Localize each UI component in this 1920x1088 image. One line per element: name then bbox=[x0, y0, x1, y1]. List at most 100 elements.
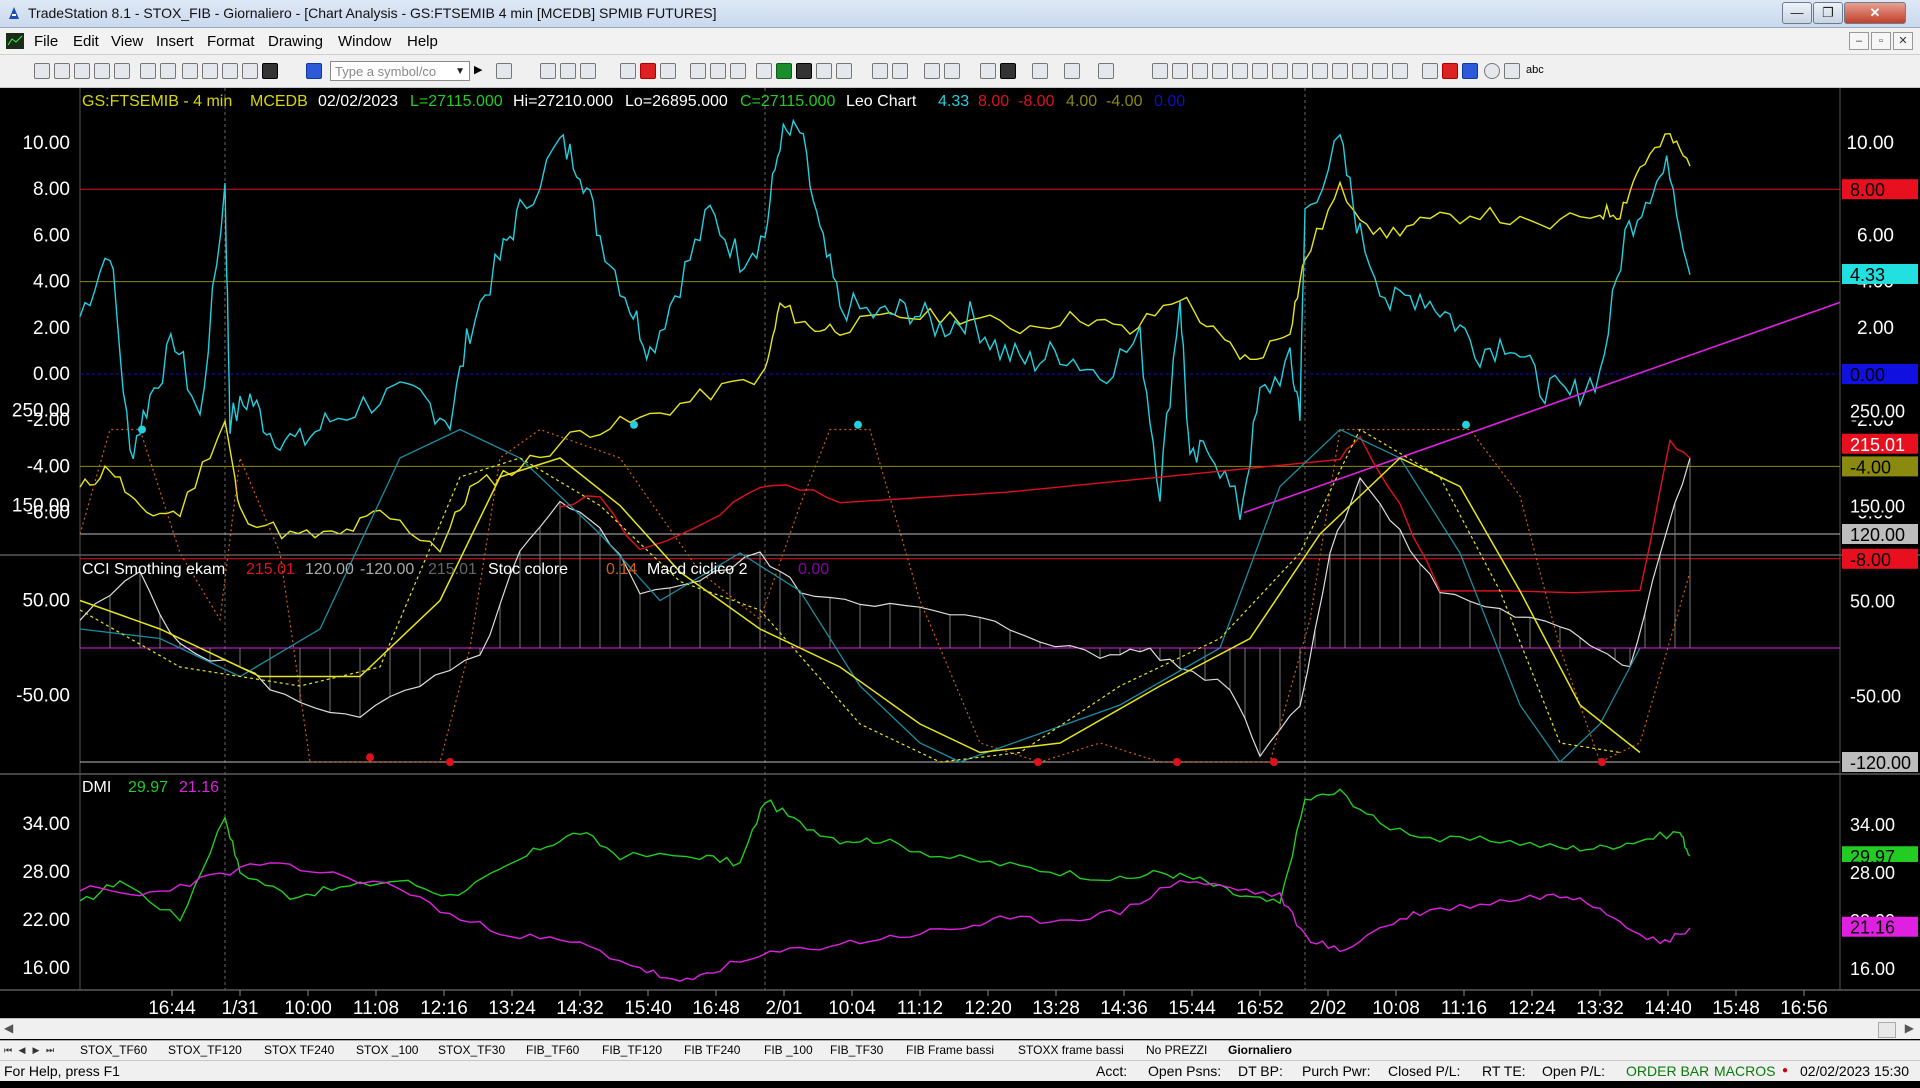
scissors-icon[interactable] bbox=[182, 63, 198, 79]
gann-icon[interactable] bbox=[1272, 63, 1288, 79]
tab-next-icon[interactable]: ▶ bbox=[30, 1043, 42, 1057]
parallel-lines-icon[interactable] bbox=[1332, 63, 1348, 79]
tab-fib-tf30[interactable]: FIB_TF30 bbox=[826, 1042, 887, 1059]
indicator-icon[interactable] bbox=[730, 63, 746, 79]
chart-area[interactable]: 10.00 10.00 8.00 8.00 6.00 6.00 4.00 4.00 2.00 2.… bbox=[0, 88, 1920, 1088]
horizontal-lines-icon[interactable] bbox=[1192, 63, 1208, 79]
mdi-minimize-button[interactable]: – bbox=[1849, 32, 1869, 50]
folder-icon[interactable] bbox=[74, 63, 90, 79]
curve-icon[interactable] bbox=[1422, 63, 1438, 79]
lock-icon[interactable] bbox=[222, 63, 238, 79]
radar-screen-icon[interactable] bbox=[560, 63, 576, 79]
arrow-down-icon[interactable] bbox=[1442, 63, 1458, 79]
tab-fib-tf240[interactable]: FIB TF240 bbox=[680, 1042, 744, 1059]
drag-icon[interactable] bbox=[1000, 63, 1016, 79]
tab-fib-tf60[interactable]: FIB_TF60 bbox=[522, 1042, 583, 1059]
scroll-thumb[interactable] bbox=[1878, 1022, 1896, 1038]
paste-icon[interactable] bbox=[202, 63, 218, 79]
order-bar-icon[interactable] bbox=[756, 63, 772, 79]
new-icon[interactable] bbox=[34, 63, 50, 79]
tab-giornaliero[interactable]: Giornaliero bbox=[1224, 1042, 1296, 1059]
bar-spacing-decrease-icon[interactable] bbox=[892, 63, 908, 79]
tab-last-icon[interactable]: ⏭ bbox=[44, 1043, 56, 1057]
line-chart-icon[interactable] bbox=[836, 63, 852, 79]
tab-stox-tf120[interactable]: STOX_TF120 bbox=[164, 1042, 246, 1059]
vertical-lines-icon[interactable] bbox=[1172, 63, 1188, 79]
macros-link[interactable]: MACROS bbox=[1714, 1063, 1775, 1079]
tab-fib-tf120[interactable]: FIB_TF120 bbox=[598, 1042, 666, 1059]
zoom-in-icon[interactable] bbox=[924, 63, 940, 79]
trendline-icon[interactable] bbox=[1152, 63, 1168, 79]
menu-drawing[interactable]: Drawing bbox=[268, 33, 323, 50]
strategy-icon[interactable] bbox=[690, 63, 706, 79]
fib-retracement-icon[interactable] bbox=[1292, 63, 1308, 79]
rectangle-icon[interactable] bbox=[1504, 63, 1520, 79]
order-bar-link[interactable]: ORDER BAR bbox=[1626, 1063, 1709, 1079]
arrow-up-icon[interactable] bbox=[1462, 63, 1478, 79]
tab-stox-100[interactable]: STOX _100 bbox=[352, 1042, 422, 1059]
open-icon[interactable] bbox=[54, 63, 70, 79]
print-icon[interactable] bbox=[160, 63, 176, 79]
tab-fib-100[interactable]: FIB _100 bbox=[760, 1042, 817, 1059]
text-tool-icon[interactable]: abc bbox=[1526, 64, 1544, 76]
tab-no-prezzi[interactable]: No PREZZI bbox=[1142, 1042, 1211, 1059]
scroll-left-icon[interactable]: ◀ bbox=[4, 1021, 13, 1035]
fibonacci-fan-icon[interactable] bbox=[1232, 63, 1248, 79]
chart-green-icon[interactable] bbox=[776, 63, 792, 79]
options-icon[interactable] bbox=[710, 63, 726, 79]
matrix-icon[interactable] bbox=[580, 63, 596, 79]
chevron-down-icon[interactable]: ▼ bbox=[455, 62, 465, 82]
tab-stox-tf240[interactable]: STOX TF240 bbox=[260, 1042, 338, 1059]
price-chart[interactable]: 10.00 10.00 8.00 8.00 6.00 6.00 4.00 4.00 2.00 2.… bbox=[0, 88, 1920, 1018]
arrow-horizontal-icon[interactable] bbox=[1312, 63, 1328, 79]
chart-window-icon[interactable] bbox=[6, 33, 24, 49]
menu-format[interactable]: Format bbox=[207, 33, 255, 50]
horizontal-scrollbar[interactable]: ◀ ▶ bbox=[0, 1018, 1920, 1039]
menu-edit[interactable]: Edit bbox=[73, 33, 99, 50]
mdi-close-button[interactable]: ✕ bbox=[1893, 32, 1913, 50]
save-icon[interactable] bbox=[140, 63, 156, 79]
channel-icon[interactable] bbox=[1212, 63, 1228, 79]
symbol-input[interactable]: Type a symbol/co ▼ bbox=[330, 61, 470, 81]
camera-icon[interactable] bbox=[262, 63, 278, 79]
find-icon[interactable] bbox=[496, 63, 512, 79]
menu-view[interactable]: View bbox=[111, 33, 143, 50]
bar-spacing-icon[interactable] bbox=[872, 63, 888, 79]
pencil-icon[interactable] bbox=[1392, 63, 1408, 79]
copy-workspace-icon[interactable] bbox=[94, 63, 110, 79]
note-icon[interactable] bbox=[1098, 63, 1114, 79]
ellipse-icon[interactable] bbox=[1484, 63, 1500, 79]
play-icon[interactable]: ▶ bbox=[474, 63, 482, 76]
menu-file[interactable]: File bbox=[34, 33, 58, 50]
menu-window[interactable]: Window bbox=[338, 33, 391, 50]
close-workspace-icon[interactable] bbox=[114, 63, 130, 79]
tab-fib-frame-bassi[interactable]: FIB Frame bassi bbox=[902, 1042, 998, 1059]
pointer-icon[interactable] bbox=[980, 63, 996, 79]
tools-icon[interactable] bbox=[1032, 63, 1048, 79]
arc-icon[interactable] bbox=[1352, 63, 1368, 79]
minimize-button[interactable]: — bbox=[1782, 2, 1812, 24]
cycle-icon[interactable] bbox=[1372, 63, 1388, 79]
tab-prev-icon[interactable]: ◀ bbox=[16, 1043, 28, 1057]
link-icon[interactable] bbox=[620, 63, 636, 79]
tab-first-icon[interactable]: ⏮ bbox=[2, 1043, 14, 1057]
menu-help[interactable]: Help bbox=[407, 33, 438, 50]
close-button[interactable]: ✕ bbox=[1844, 2, 1906, 24]
speed-line-icon[interactable] bbox=[1252, 63, 1268, 79]
candle-icon[interactable] bbox=[816, 63, 832, 79]
tab-stox-tf60[interactable]: STOX_TF60 bbox=[76, 1042, 151, 1059]
alert-icon[interactable] bbox=[640, 63, 656, 79]
scanner-icon[interactable] bbox=[660, 63, 676, 79]
data-window-icon[interactable] bbox=[1064, 63, 1080, 79]
maximize-button[interactable]: ❐ bbox=[1813, 2, 1843, 24]
zoom-out-icon[interactable] bbox=[944, 63, 960, 79]
undo-icon[interactable] bbox=[242, 63, 258, 79]
tab-stox-tf30[interactable]: STOX_TF30 bbox=[434, 1042, 509, 1059]
mdi-restore-button[interactable]: ▫ bbox=[1871, 32, 1891, 50]
symbol-lookup-icon[interactable] bbox=[306, 63, 322, 79]
chart-window-icon[interactable] bbox=[540, 63, 556, 79]
tab-stoxx-frame-bassi[interactable]: STOXX frame bassi bbox=[1014, 1042, 1128, 1059]
bar-chart-icon[interactable] bbox=[796, 63, 812, 79]
scroll-right-icon[interactable]: ▶ bbox=[1905, 1021, 1914, 1035]
menu-insert[interactable]: Insert bbox=[156, 33, 194, 50]
